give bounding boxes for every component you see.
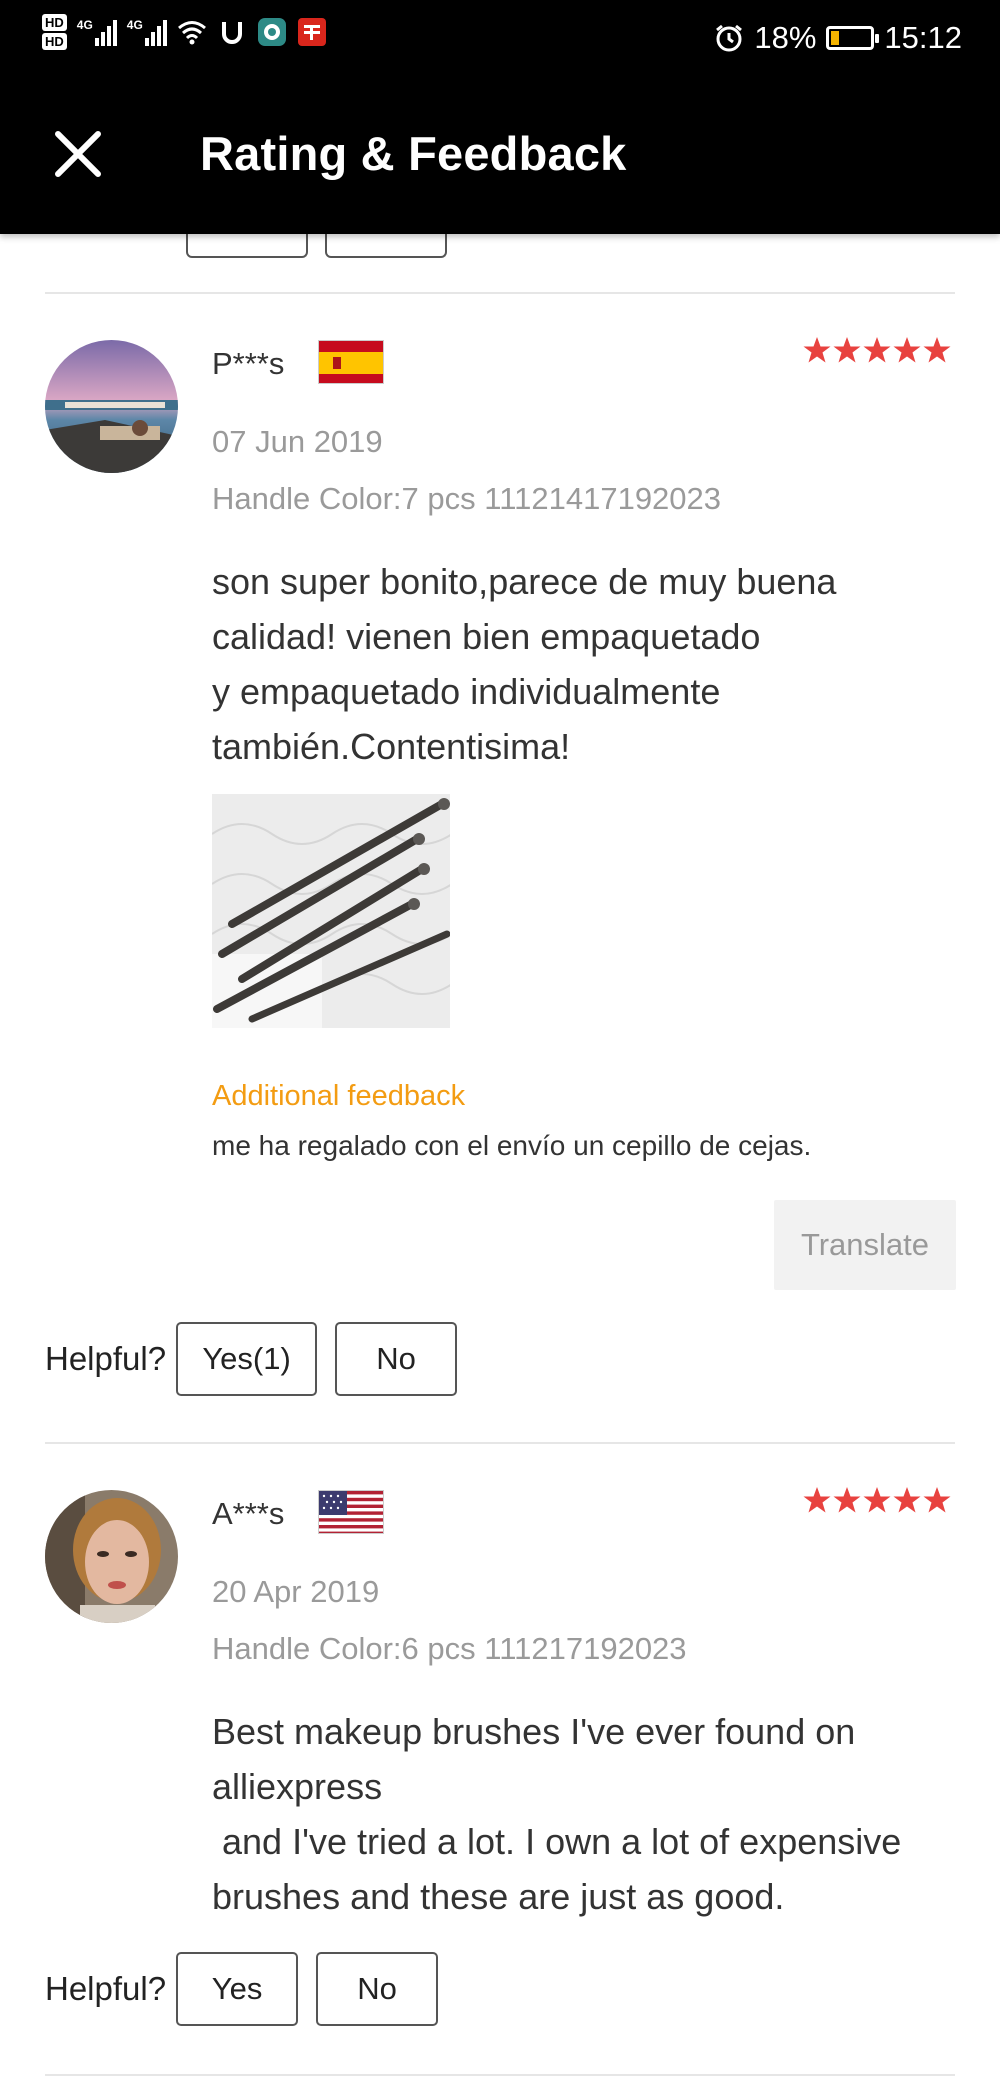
clock: 15:12 bbox=[884, 20, 962, 55]
helpful-yes-button[interactable]: Yes bbox=[176, 1952, 299, 2026]
star-icon bbox=[803, 1487, 951, 1513]
status-bar: HD HD 4G 4G 18% 15:12 bbox=[0, 0, 1000, 80]
avatar[interactable] bbox=[45, 1490, 178, 1623]
signal-icon: 4G bbox=[77, 18, 117, 46]
review-photo[interactable] bbox=[212, 794, 450, 1028]
hd-badge: HD bbox=[42, 14, 67, 31]
wifi-icon bbox=[177, 21, 206, 45]
review-date: 20 Apr 2019 bbox=[212, 1574, 380, 1609]
signal-icon: 4G bbox=[127, 18, 167, 46]
status-bar-right: 18% 15:12 bbox=[714, 20, 962, 56]
user-name: P***s bbox=[212, 346, 285, 381]
close-icon[interactable] bbox=[50, 126, 106, 182]
battery-icon bbox=[826, 26, 880, 50]
review-text: Best makeup brushes I've ever found on a… bbox=[212, 1711, 902, 1917]
helpful-label: Helpful? bbox=[45, 1970, 167, 2007]
review-date: 07 Jun 2019 bbox=[212, 424, 383, 459]
helpful-row: Helpful? Yes(1) No bbox=[45, 1322, 458, 1396]
alarm-icon bbox=[716, 24, 743, 52]
page-title: Rating & Feedback bbox=[200, 127, 627, 180]
helpful-no-button[interactable]: No bbox=[335, 1322, 458, 1396]
avatar[interactable] bbox=[45, 340, 178, 473]
helpful-label: Helpful? bbox=[45, 1340, 167, 1377]
rating-stars bbox=[803, 1486, 953, 1516]
helpful-no-button[interactable]: No bbox=[316, 1952, 439, 2026]
network-type: 4G bbox=[76, 18, 93, 32]
rating-stars bbox=[803, 336, 953, 366]
app-icon bbox=[257, 18, 286, 46]
u-icon bbox=[221, 22, 242, 44]
battery-percent: 18% bbox=[754, 20, 817, 55]
helpful-row: Helpful? Yes No bbox=[45, 1952, 439, 2026]
additional-feedback-title: Additional feedback bbox=[212, 1080, 466, 1112]
hd-badge: HD bbox=[42, 33, 67, 50]
divider bbox=[45, 292, 955, 294]
network-type: 4G bbox=[126, 18, 143, 32]
translate-button[interactable]: Translate bbox=[774, 1200, 956, 1290]
review-text: son super bonito,parece de muy buena cal… bbox=[212, 561, 837, 767]
hd-indicators: HD HD bbox=[42, 14, 67, 50]
review-sku: Handle Color:6 pcs 111217192023 bbox=[212, 1631, 687, 1666]
app-header: Rating & Feedback bbox=[0, 80, 1000, 234]
user-name: A***s bbox=[212, 1496, 285, 1531]
helpful-yes-button[interactable]: Yes(1) bbox=[176, 1322, 318, 1396]
review-sku: Handle Color:7 pcs 11121417192023 bbox=[212, 481, 722, 516]
usa-flag-icon bbox=[318, 1490, 384, 1534]
star-icon bbox=[803, 337, 951, 363]
spain-flag-icon bbox=[318, 340, 384, 384]
notification-icon bbox=[297, 18, 326, 46]
divider bbox=[45, 2074, 955, 2076]
divider bbox=[45, 1442, 955, 1444]
status-bar-left: HD HD 4G 4G bbox=[42, 14, 327, 50]
additional-feedback-text: me ha regalado con el envío un cepillo d… bbox=[212, 1130, 812, 1161]
